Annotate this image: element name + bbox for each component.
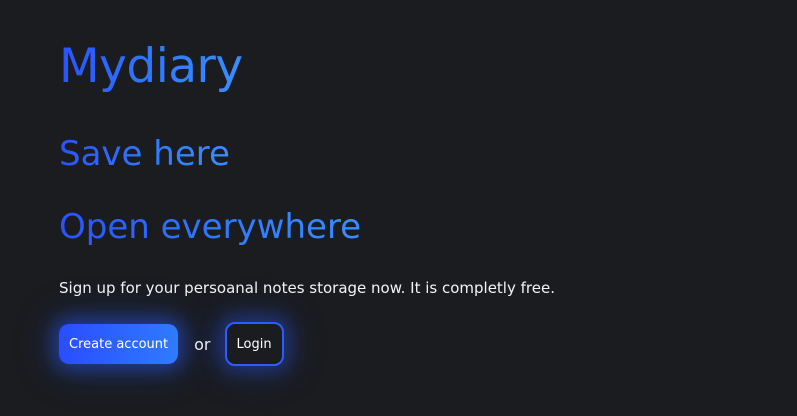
- auth-actions: Create account or Login: [59, 322, 284, 366]
- app-title: Mydiary: [59, 39, 243, 94]
- create-account-button[interactable]: Create account: [59, 324, 179, 364]
- tagline-open-everywhere: Open everywhere: [59, 207, 362, 247]
- or-separator: or: [194, 334, 211, 354]
- login-button[interactable]: Login: [224, 322, 284, 366]
- tagline-save-here: Save here: [59, 134, 230, 174]
- signup-description: Sign up for your persoanal notes storage…: [59, 279, 555, 297]
